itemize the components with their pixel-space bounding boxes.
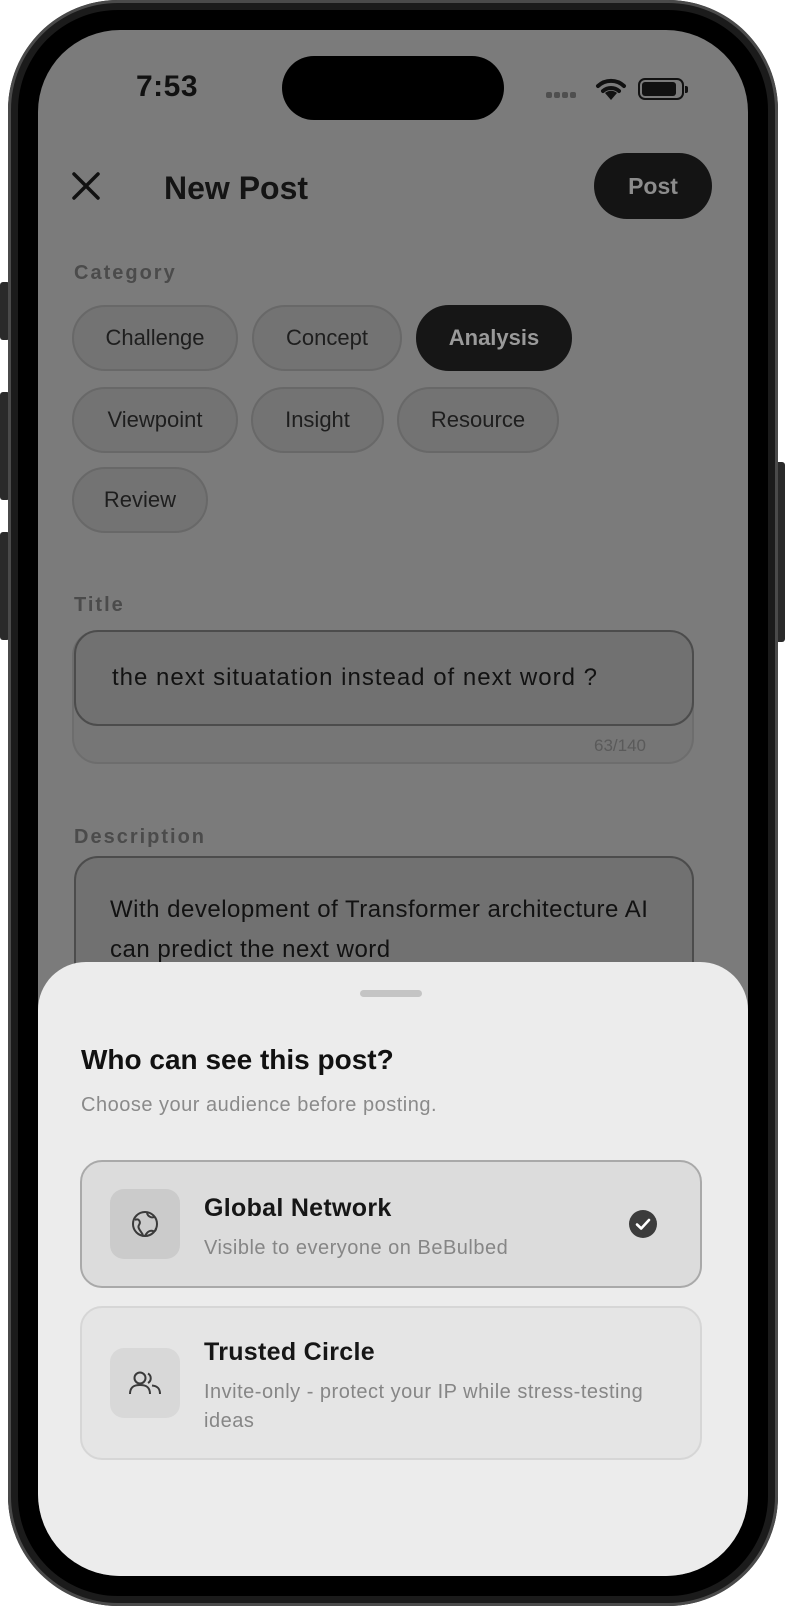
option-description: Invite-only - protect your IP while stre… bbox=[204, 1381, 644, 1432]
chip-resource[interactable]: Resource bbox=[397, 387, 559, 453]
audience-option-trusted-circle[interactable]: Trusted Circle Invite-only - protect you… bbox=[80, 1306, 702, 1460]
page-title: New Post bbox=[164, 170, 309, 206]
title-input[interactable]: the next situatation instead of next wor… bbox=[74, 630, 694, 726]
sheet-title: Who can see this post? bbox=[81, 1044, 394, 1075]
sheet-grabber[interactable] bbox=[360, 990, 422, 997]
description-label: Description bbox=[74, 826, 207, 848]
audience-option-global-network[interactable]: Global Network Visible to everyone on Be… bbox=[80, 1160, 702, 1288]
title-char-count: 63/140 bbox=[594, 736, 646, 755]
screen: 7:53 New Post Post Category Challenge Co… bbox=[38, 30, 748, 1576]
title-label: Title bbox=[74, 594, 125, 616]
battery-icon bbox=[638, 78, 688, 100]
users-icon bbox=[110, 1348, 180, 1418]
globe-icon bbox=[110, 1189, 180, 1259]
option-title: Trusted Circle bbox=[204, 1338, 375, 1366]
check-circle-icon bbox=[629, 1210, 657, 1238]
wifi-icon bbox=[596, 78, 626, 100]
status-time: 7:53 bbox=[136, 70, 199, 103]
option-description: Visible to everyone on BeBulbed bbox=[204, 1237, 509, 1259]
post-button[interactable]: Post bbox=[594, 153, 712, 219]
chip-insight[interactable]: Insight bbox=[251, 387, 384, 453]
chip-challenge[interactable]: Challenge bbox=[72, 305, 238, 371]
chip-viewpoint[interactable]: Viewpoint bbox=[72, 387, 238, 453]
dynamic-island bbox=[282, 56, 504, 120]
category-label: Category bbox=[74, 262, 177, 284]
chip-concept[interactable]: Concept bbox=[252, 305, 402, 371]
option-title: Global Network bbox=[204, 1194, 392, 1222]
chip-review[interactable]: Review bbox=[72, 467, 208, 533]
cellular-signal-icon bbox=[546, 92, 580, 100]
sheet-subtitle: Choose your audience before posting. bbox=[81, 1094, 438, 1116]
close-icon[interactable] bbox=[68, 168, 104, 204]
chip-analysis[interactable]: Analysis bbox=[416, 305, 572, 371]
